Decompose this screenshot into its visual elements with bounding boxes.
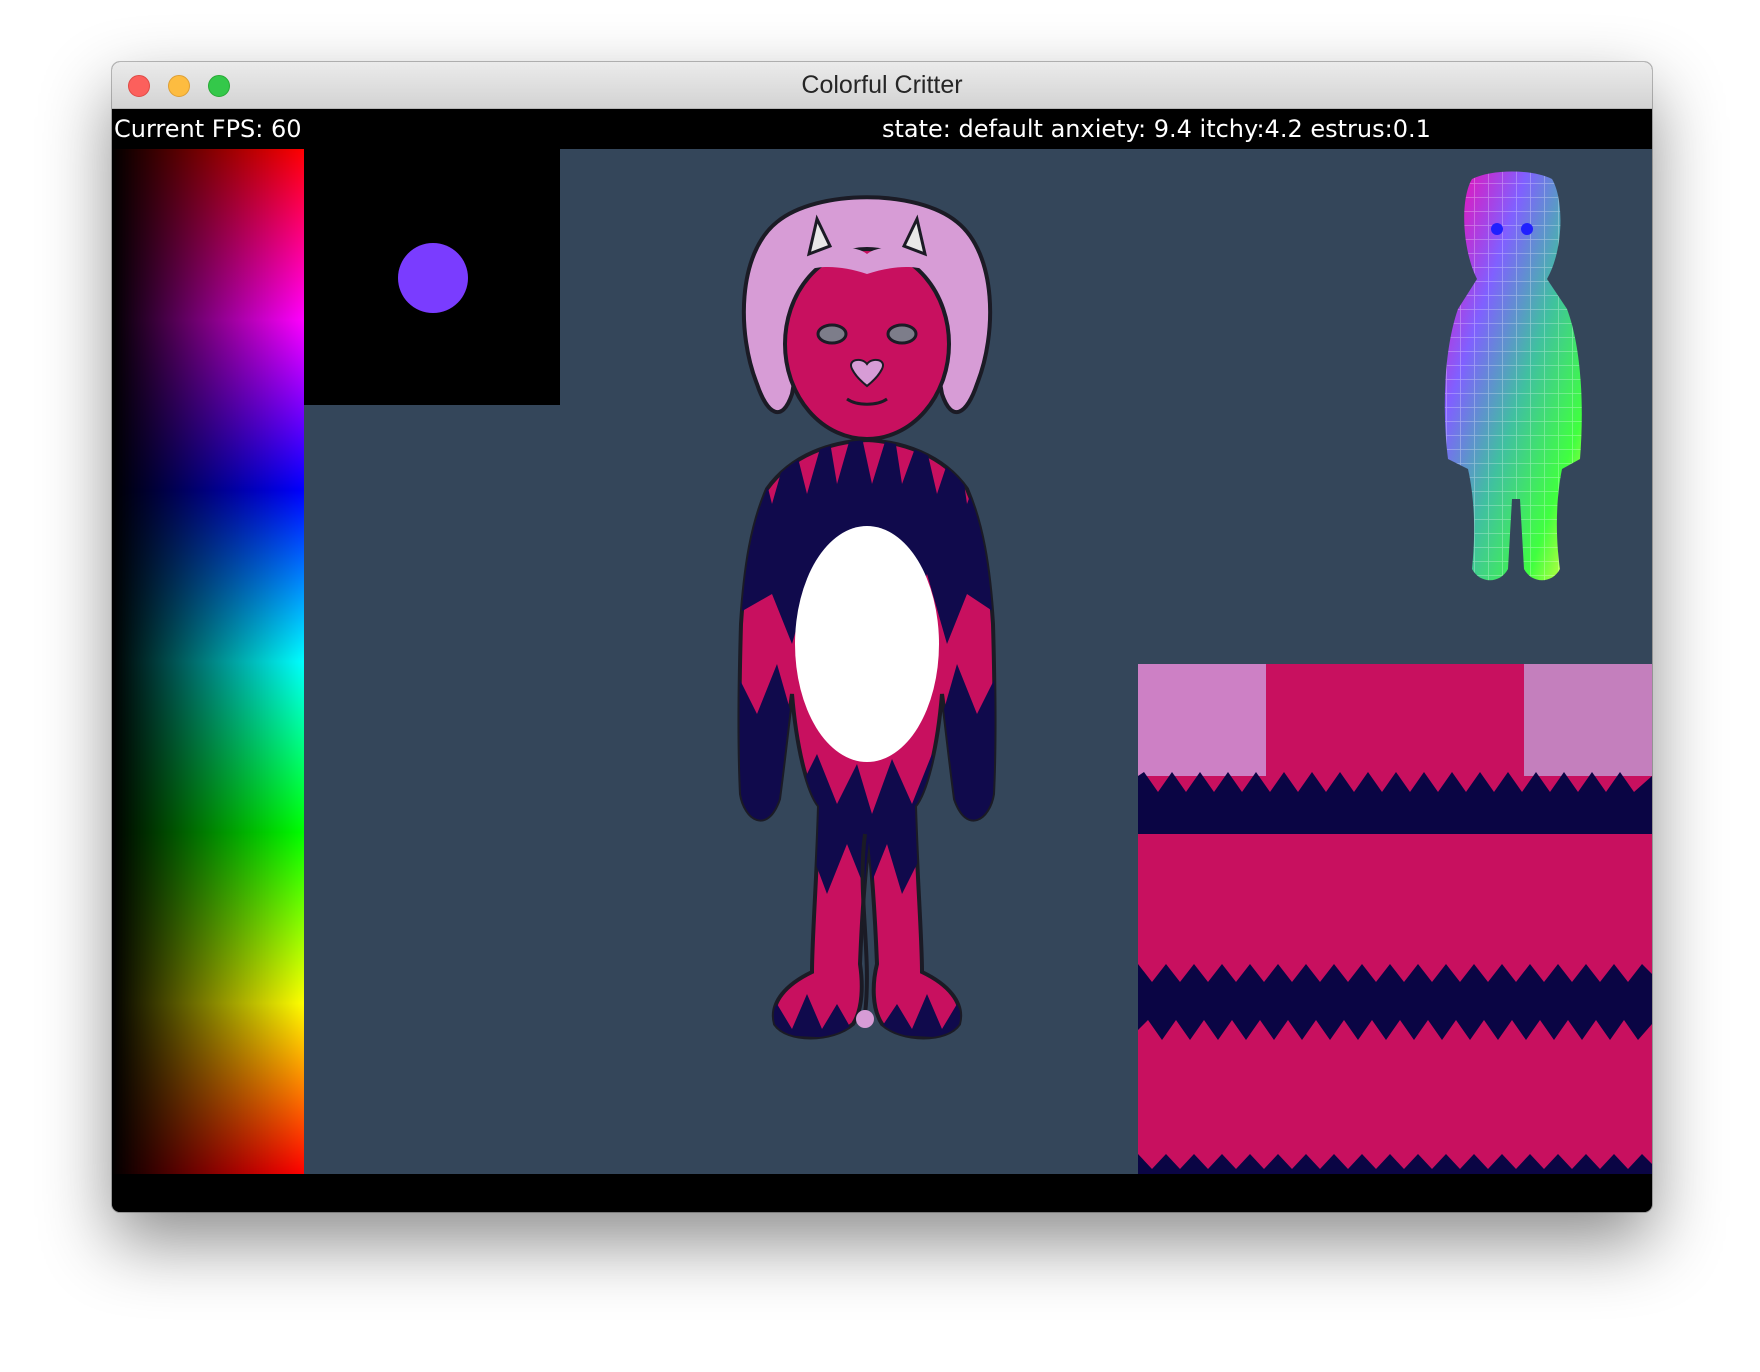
critter-sprite[interactable]	[697, 194, 1037, 1054]
critter-right-eye	[886, 323, 918, 345]
critter-belly	[795, 526, 939, 762]
app-window: Colorful Critter Current FPS: 60 state: …	[112, 62, 1652, 1212]
title-bar[interactable]: Colorful Critter	[112, 62, 1652, 109]
game-viewport[interactable]	[112, 149, 1652, 1174]
color-spectrum-picker[interactable]	[112, 149, 304, 1174]
critter-state-readout: state: default anxiety: 9.4 itchy:4.2 es…	[882, 115, 1431, 143]
critter-tail-tuft	[856, 1010, 874, 1028]
brush-color-dot	[398, 243, 468, 313]
fps-counter: Current FPS: 60	[114, 115, 302, 143]
critter-uv-map-preview	[1444, 171, 1582, 581]
bottom-bar	[112, 1174, 1652, 1212]
critter-head	[783, 247, 951, 441]
brush-color-preview	[304, 149, 560, 405]
window-title: Colorful Critter	[801, 71, 963, 99]
critter-left-eye	[816, 323, 848, 345]
critter-texture-map	[1138, 664, 1652, 1174]
